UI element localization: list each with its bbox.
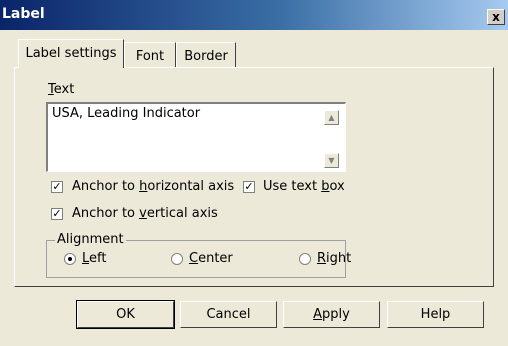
scroll-down-button[interactable]: ▼ [324, 153, 339, 168]
align-center-text: enter [198, 251, 233, 266]
ok-button-label: OK [116, 307, 135, 322]
scroll-down-icon: ▼ [328, 156, 335, 165]
label-text-value: USA, Leading Indicator [52, 106, 201, 121]
title-bar: Label x [0, 0, 508, 30]
apply-button[interactable]: Apply [283, 301, 380, 328]
align-center-label[interactable]: Center [189, 251, 233, 266]
align-right-text: ight [326, 251, 352, 266]
anchor-vertical-checkbox[interactable]: ✓ [51, 208, 63, 220]
use-text-box-checkbox[interactable]: ✓ [243, 181, 255, 193]
tab-border[interactable]: Border [176, 42, 236, 67]
align-left-label[interactable]: Left [82, 251, 106, 266]
scroll-up-icon: ▲ [328, 113, 335, 122]
alignment-group-title: Alignment [55, 232, 126, 247]
help-button-label: Help [420, 307, 451, 322]
anchor-vertical-text-post: ertical axis [146, 206, 218, 221]
text-label-rest: ext [53, 82, 75, 97]
anchor-horizontal-label[interactable]: Anchor to horizontal axis [72, 179, 234, 194]
align-right-hotkey: R [317, 251, 327, 266]
scroll-up-button[interactable]: ▲ [324, 110, 339, 125]
align-right-label[interactable]: Right [317, 251, 351, 266]
tab-font[interactable]: Font [124, 42, 176, 67]
ok-button[interactable]: OK [76, 300, 175, 329]
tab-border-label: Border [184, 49, 228, 64]
align-right-radio[interactable] [299, 253, 311, 265]
dialog-title: Label [2, 6, 45, 22]
align-left-radio[interactable] [64, 253, 76, 265]
anchor-horizontal-checkbox[interactable]: ✓ [51, 181, 63, 193]
anchor-vertical-text-pre: Anchor to [72, 206, 140, 221]
anchor-vertical-label[interactable]: Anchor to vertical axis [72, 206, 218, 221]
close-icon: x [492, 10, 500, 24]
apply-button-hotkey: A [313, 307, 323, 322]
use-text-box-text-post: ox [329, 179, 345, 194]
cancel-button[interactable]: Cancel [180, 301, 277, 328]
align-left-hotkey: L [82, 251, 90, 266]
label-text-input[interactable]: USA, Leading Indicator ▲ ▼ [46, 102, 346, 172]
tab-font-label: Font [135, 49, 165, 64]
close-button[interactable]: x [487, 9, 505, 25]
tab-label-settings[interactable]: Label settings [18, 39, 124, 68]
align-center-hotkey: C [189, 251, 199, 266]
anchor-vertical-hotkey: v [139, 206, 147, 221]
help-button[interactable]: Help [387, 301, 484, 328]
align-center-radio[interactable] [171, 253, 183, 265]
anchor-horizontal-text-pre: Anchor to [72, 179, 140, 194]
cancel-button-label: Cancel [206, 307, 251, 322]
text-field-label: Text [48, 82, 74, 97]
use-text-box-text-pre: Use text [263, 179, 322, 194]
use-text-box-label[interactable]: Use text box [263, 179, 345, 194]
apply-button-label: pply [322, 307, 350, 322]
tab-label-settings-label: Label settings [25, 46, 117, 61]
anchor-horizontal-text-post: orizontal axis [147, 179, 235, 194]
align-left-text: eft [89, 251, 107, 266]
